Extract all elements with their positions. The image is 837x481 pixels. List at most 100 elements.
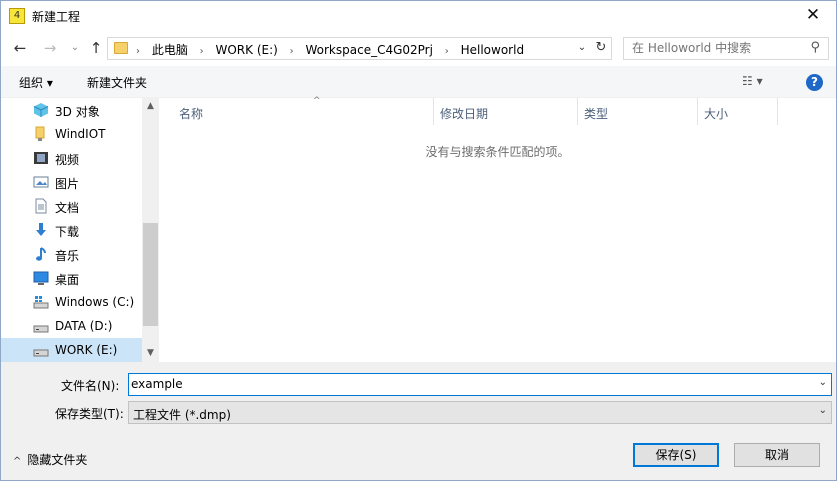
scroll-down-icon[interactable]: ▼ — [142, 345, 159, 362]
chevron-right-icon: › — [136, 46, 140, 57]
recent-locations-button[interactable]: ⌄ — [64, 38, 86, 58]
cancel-button[interactable]: 取消 — [734, 443, 820, 467]
filetype-select[interactable]: 工程文件 (*.dmp) ⌄ — [128, 401, 832, 424]
column-header-size[interactable]: 大小 — [698, 98, 778, 125]
sidebar-item-label: DATA (D:) — [55, 319, 113, 333]
save-dialog: 4 新建工程 ✕ ← → ⌄ ↑ › 此电脑 › WORK (E:) › Wor… — [0, 0, 837, 481]
save-form: 文件名(N): ⌄ 保存类型(T): 工程文件 (*.dmp) ⌄ — [1, 362, 836, 432]
up-button[interactable]: ↑ — [85, 38, 107, 58]
sidebar-scrollbar[interactable]: ▲ ▼ — [142, 98, 159, 362]
chevron-down-icon[interactable]: ⌄ — [819, 405, 827, 416]
sidebar-item-music[interactable]: 音乐 — [1, 242, 141, 266]
close-button[interactable]: ✕ — [790, 1, 836, 32]
sidebar-item-documents[interactable]: 文档 — [1, 194, 141, 218]
arrow-up-icon: ↑ — [89, 39, 103, 57]
sidebar-item-label: 桌面 — [55, 273, 80, 287]
address-bar[interactable]: › 此电脑 › WORK (E:) › Workspace_C4G02Prj ›… — [107, 37, 612, 60]
column-header-type[interactable]: 类型 — [578, 98, 698, 125]
music-icon — [33, 246, 49, 262]
app-icon: 4 — [9, 8, 25, 24]
sidebar-item-pictures[interactable]: 图片 — [1, 170, 141, 194]
filename-input[interactable] — [131, 377, 801, 391]
organize-button[interactable]: 组织 ▾ — [19, 74, 53, 91]
navigation-pane: 3D 对象 WindIOT 视频 图片 文档 下载 音乐 桌面 Windows … — [1, 98, 159, 362]
column-header-name[interactable]: ^ 名称 — [173, 96, 434, 125]
new-folder-button[interactable]: 新建文件夹 — [87, 74, 147, 91]
sidebar-item-label: 3D 对象 — [55, 105, 100, 119]
breadcrumb-item[interactable]: Helloworld — [461, 43, 524, 57]
sidebar-item-3d-objects[interactable]: 3D 对象 — [1, 98, 141, 122]
arrow-right-icon: → — [43, 39, 57, 57]
chevron-right-icon[interactable]: › — [200, 46, 204, 57]
save-button[interactable]: 保存(S) — [633, 443, 719, 467]
sidebar-item-label: 文档 — [55, 201, 80, 215]
refresh-icon: ↻ — [595, 40, 607, 55]
file-list: ^ 名称 修改日期 类型 大小 没有与搜索条件匹配的项。 — [159, 96, 836, 362]
chevron-right-icon[interactable]: › — [290, 46, 294, 57]
column-header-label: 大小 — [704, 107, 729, 121]
column-header-label: 类型 — [584, 107, 609, 121]
sidebar-item-label: WORK (E:) — [55, 343, 118, 357]
sidebar-item-videos[interactable]: 视频 — [1, 146, 141, 170]
empty-list-message: 没有与搜索条件匹配的项。 — [425, 145, 570, 159]
back-button[interactable]: ← — [9, 38, 31, 58]
chevron-right-icon[interactable]: › — [445, 46, 449, 57]
sidebar-item-downloads[interactable]: 下载 — [1, 218, 141, 242]
video-icon — [33, 150, 49, 166]
arrow-left-icon: ← — [13, 39, 27, 57]
sidebar-item-label: WindIOT — [55, 127, 106, 141]
filetype-value: 工程文件 (*.dmp) — [133, 408, 231, 422]
search-icon[interactable]: ⚲ — [810, 40, 820, 55]
chevron-down-icon: ⌄ — [70, 42, 80, 53]
sidebar-item-label: 下载 — [55, 225, 80, 239]
breadcrumb-item[interactable]: 此电脑 — [152, 41, 188, 58]
breadcrumb-item[interactable]: Workspace_C4G02Prj — [305, 43, 432, 57]
sort-ascending-icon: ^ — [313, 96, 321, 106]
breadcrumb: › 此电脑 › WORK (E:) › Workspace_C4G02Prj ›… — [136, 41, 524, 58]
filename-label: 文件名(N): — [61, 379, 120, 393]
document-icon — [33, 198, 49, 214]
sidebar-item-label: 图片 — [55, 177, 80, 191]
refresh-button[interactable]: ↻ — [592, 39, 610, 57]
dialog-footer: ^ 隐藏文件夹 保存(S) 取消 — [1, 432, 836, 480]
command-bar: 组织 ▾ 新建文件夹 ☷ ▾ ? — [1, 66, 836, 98]
title-bar: 4 新建工程 ✕ — [1, 1, 836, 32]
sidebar-item-label: Windows (C:) — [55, 295, 135, 309]
address-dropdown-button[interactable]: ⌄ — [574, 40, 590, 56]
scroll-up-icon[interactable]: ▲ — [142, 98, 159, 115]
column-header-label: 修改日期 — [440, 107, 489, 121]
hide-folders-button[interactable]: ^ 隐藏文件夹 — [13, 451, 87, 468]
filename-combobox[interactable]: ⌄ — [128, 373, 832, 396]
close-icon: ✕ — [805, 5, 821, 25]
sidebar-item-drive-e[interactable]: WORK (E:) — [1, 338, 142, 362]
sidebar-item-label: 视频 — [55, 153, 80, 167]
chevron-down-icon[interactable]: ⌄ — [819, 377, 827, 388]
column-header-label: 名称 — [179, 107, 204, 121]
navigation-bar: ← → ⌄ ↑ › 此电脑 › WORK (E:) › Workspace_C4… — [1, 32, 836, 66]
drive-icon — [33, 342, 49, 358]
search-input[interactable] — [632, 41, 797, 55]
help-icon[interactable]: ? — [806, 74, 823, 91]
picture-icon — [33, 174, 49, 190]
chevron-up-icon: ^ — [13, 456, 22, 467]
sidebar-item-label: 音乐 — [55, 249, 80, 263]
scrollbar-thumb[interactable] — [143, 223, 158, 326]
filetype-label: 保存类型(T): — [55, 407, 124, 421]
hide-folders-label: 隐藏文件夹 — [27, 453, 88, 467]
forward-button[interactable]: → — [39, 38, 61, 58]
search-box[interactable]: ⚲ — [623, 37, 829, 60]
download-icon — [33, 222, 49, 238]
column-header-date[interactable]: 修改日期 — [434, 98, 578, 125]
sidebar-item-drive-c[interactable]: Windows (C:) — [1, 290, 141, 314]
drive-icon — [33, 318, 49, 334]
folder-icon — [114, 42, 128, 54]
sidebar-item-desktop[interactable]: 桌面 — [1, 266, 141, 290]
breadcrumb-item[interactable]: WORK (E:) — [216, 43, 278, 57]
chevron-down-icon: ⌄ — [577, 42, 587, 53]
window-title: 新建工程 — [32, 10, 81, 24]
sidebar-item-windiot[interactable]: WindIOT — [1, 122, 141, 146]
cube-icon — [33, 102, 49, 118]
view-options-button[interactable]: ☷ ▾ — [742, 74, 763, 88]
folder-icon — [33, 126, 49, 142]
sidebar-item-drive-d[interactable]: DATA (D:) — [1, 314, 141, 338]
